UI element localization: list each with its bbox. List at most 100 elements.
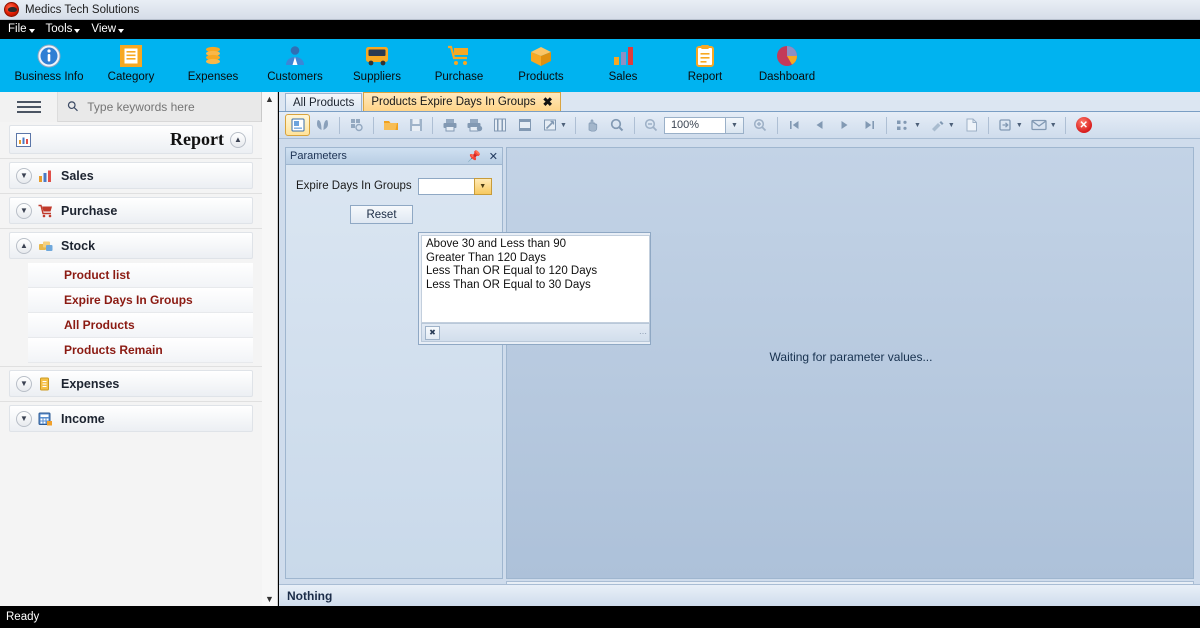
pin-icon[interactable]: 📌: [467, 150, 481, 163]
scroll-up-icon[interactable]: ▲: [265, 92, 274, 106]
previous-page-icon[interactable]: [807, 114, 832, 136]
ribbon-button-customers[interactable]: Customers: [254, 39, 336, 92]
sidebar-group-stock[interactable]: ▲ Stock: [9, 232, 253, 259]
zoom-level-input[interactable]: 100%: [663, 116, 726, 134]
sidebar-group-purchase[interactable]: ▼ Purchase: [9, 197, 253, 224]
report-body: Parameters 📌 ✕ Expire Days In Groups ▼ R…: [279, 139, 1200, 595]
scroll-down-icon[interactable]: ▼: [265, 592, 274, 606]
menu-item-view[interactable]: View: [89, 22, 125, 37]
menu-item-tools[interactable]: Tools: [44, 22, 82, 37]
parameter-dropdown-list[interactable]: Above 30 and Less than 90 Greater Than 1…: [421, 235, 650, 323]
chevron-down-icon[interactable]: ▼: [16, 410, 32, 427]
background-color-icon[interactable]: [925, 114, 950, 136]
sidebar-group-label: Expenses: [61, 376, 120, 391]
sidebar-item-expire-days-in-groups[interactable]: Expire Days In Groups: [28, 288, 253, 313]
tab-products-expire-days-in-groups[interactable]: Products Expire Days In Groups ✖: [363, 92, 561, 111]
chevron-down-icon[interactable]: ▼: [16, 202, 32, 219]
sidebar-group-label: Income: [61, 411, 105, 426]
ribbon-button-purchase[interactable]: Purchase: [418, 39, 500, 92]
close-icon[interactable]: ✖: [543, 95, 553, 109]
ribbon-button-expenses[interactable]: Expenses: [172, 39, 254, 92]
reset-button[interactable]: Reset: [350, 205, 413, 224]
sidebar-item-product-list[interactable]: Product list: [28, 263, 253, 288]
chevron-down-icon[interactable]: ▼: [948, 122, 955, 129]
scale-icon[interactable]: [537, 114, 562, 136]
sidebar-item-label: All Products: [64, 318, 135, 332]
close-preview-icon[interactable]: ✕: [1075, 117, 1092, 133]
document-map-icon[interactable]: [285, 114, 310, 136]
divider: [0, 401, 262, 402]
chevron-down-icon[interactable]: ▼: [473, 177, 492, 195]
sidebar-scrollbar[interactable]: ▲ ▼: [262, 92, 278, 606]
ribbon-label: Category: [107, 71, 155, 83]
ribbon-button-products[interactable]: Products: [500, 39, 582, 92]
zoom-dropdown-button[interactable]: ▼: [725, 116, 744, 134]
next-page-icon[interactable]: [832, 114, 857, 136]
ribbon-button-business-info[interactable]: Business Info: [8, 39, 90, 92]
dropdown-option[interactable]: Less Than OR Equal to 30 Days: [426, 279, 649, 293]
refresh-grid-icon[interactable]: [344, 114, 369, 136]
multiple-pages-icon[interactable]: [891, 114, 916, 136]
sidebar-report-header[interactable]: Report ▲: [9, 125, 253, 154]
save-icon[interactable]: [403, 114, 428, 136]
watermark-icon[interactable]: [959, 114, 984, 136]
resize-gripper-icon[interactable]: ⋯: [639, 329, 647, 338]
sidebar-item-label: Products Remain: [64, 343, 163, 357]
sidebar-group-sales[interactable]: ▼ Sales: [9, 162, 253, 189]
tab-all-products[interactable]: All Products: [285, 93, 363, 111]
sidebar-item-products-remain[interactable]: Products Remain: [28, 338, 253, 363]
ribbon-button-suppliers[interactable]: Suppliers: [336, 39, 418, 92]
find-icon[interactable]: [310, 114, 335, 136]
sidebar-item-all-products[interactable]: All Products: [28, 313, 253, 338]
ribbon-button-category[interactable]: Category: [90, 39, 172, 92]
search-input[interactable]: [85, 98, 246, 115]
quick-print-icon[interactable]: [462, 114, 487, 136]
chevron-down-icon[interactable]: ▼: [16, 167, 32, 184]
zoom-in-icon[interactable]: [748, 114, 773, 136]
close-list-icon[interactable]: ✖: [425, 325, 440, 340]
tab-strip: All Products Products Expire Days In Gro…: [279, 92, 1200, 112]
first-page-icon[interactable]: [782, 114, 807, 136]
chevron-down-icon[interactable]: ▼: [560, 122, 567, 129]
hamburger-menu-icon[interactable]: [0, 91, 58, 122]
chevron-down-icon[interactable]: ▼: [1016, 122, 1023, 129]
report-toolbar: ▼ 100% ▼ ▼ ▼ ▼ ▼ ✕: [279, 112, 1200, 139]
dropdown-option[interactable]: Less Than OR Equal to 120 Days: [426, 265, 649, 279]
waiting-message: Waiting for parameter values...: [769, 350, 933, 364]
category-icon: [114, 42, 148, 69]
magnifier-icon[interactable]: [605, 114, 630, 136]
divider: [776, 116, 778, 134]
header-footer-icon[interactable]: [512, 114, 537, 136]
parameter-dropdown-popup[interactable]: Above 30 and Less than 90 Greater Than 1…: [418, 232, 651, 345]
chevron-up-icon[interactable]: ▲: [230, 131, 246, 148]
print-icon[interactable]: [437, 114, 462, 136]
chevron-up-icon[interactable]: ▲: [16, 237, 32, 254]
parameter-field-row: Expire Days In Groups ▼: [286, 175, 504, 197]
close-icon[interactable]: ✕: [489, 150, 498, 163]
export-document-icon[interactable]: [993, 114, 1018, 136]
parameter-combobox-input[interactable]: [417, 177, 474, 195]
sidebar-group-expenses[interactable]: ▼ Expenses: [9, 370, 253, 397]
chevron-down-icon: ▼: [730, 121, 738, 129]
cart-icon: [442, 42, 476, 69]
chevron-down-icon[interactable]: ▼: [16, 375, 32, 392]
chevron-down-icon[interactable]: ▼: [1050, 122, 1057, 129]
sidebar-group-income[interactable]: ▼ Income: [9, 405, 253, 432]
chevron-down-icon: [118, 29, 125, 33]
dropdown-option[interactable]: Greater Than 120 Days: [426, 252, 649, 266]
ribbon-button-sales[interactable]: Sales: [582, 39, 664, 92]
zoom-out-icon[interactable]: [639, 114, 664, 136]
parameter-combobox[interactable]: ▼: [417, 177, 492, 195]
send-email-icon[interactable]: [1027, 114, 1052, 136]
chevron-down-icon[interactable]: ▼: [914, 122, 921, 129]
page-setup-icon[interactable]: [487, 114, 512, 136]
clipboard-icon: [688, 42, 722, 69]
ribbon-button-dashboard[interactable]: Dashboard: [746, 39, 828, 92]
last-page-icon[interactable]: [857, 114, 882, 136]
hand-tool-icon[interactable]: [580, 114, 605, 136]
ribbon-button-report[interactable]: Report: [664, 39, 746, 92]
title-bar: Medics Tech Solutions: [0, 0, 1200, 20]
open-folder-icon[interactable]: [378, 114, 403, 136]
dropdown-option[interactable]: Above 30 and Less than 90: [426, 238, 649, 252]
menu-item-file[interactable]: File: [6, 22, 36, 37]
